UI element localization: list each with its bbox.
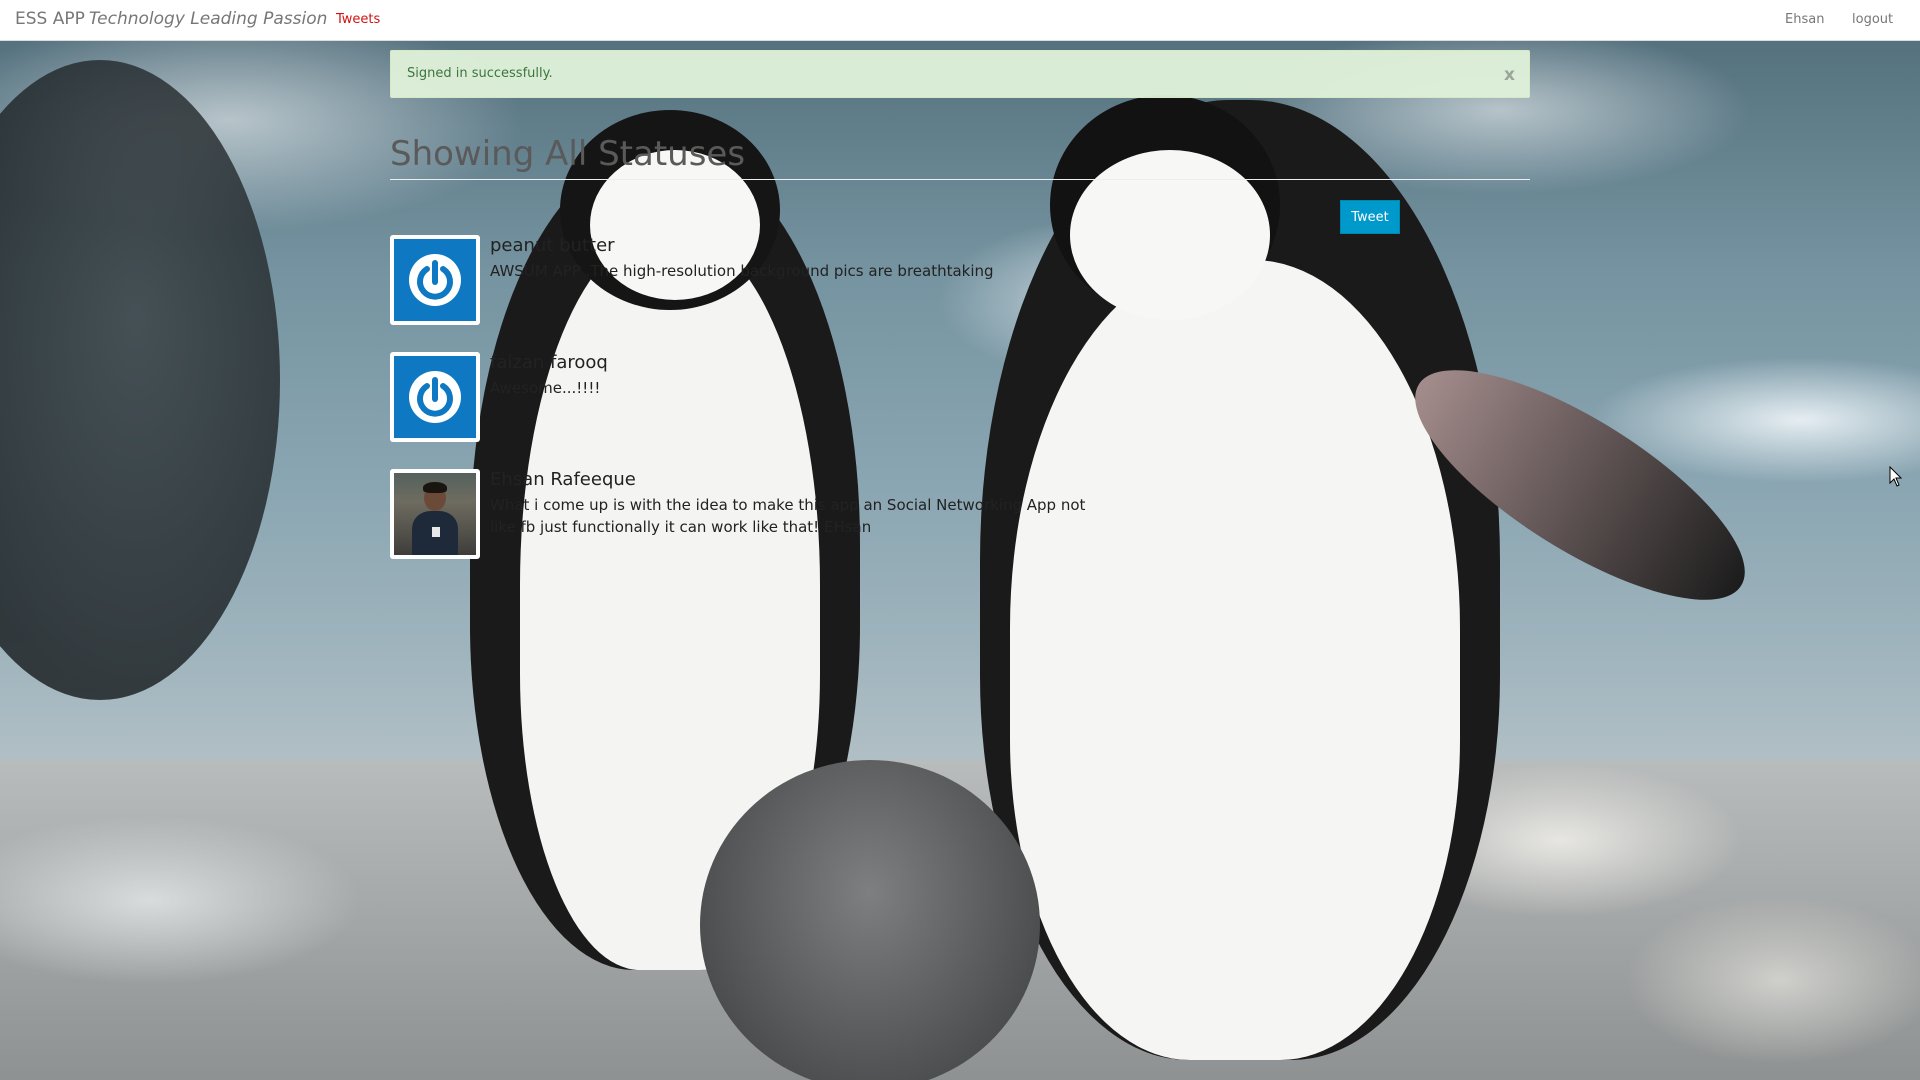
mouse-cursor-icon <box>1889 465 1903 492</box>
main-container: Signed in successfully. x Showing All St… <box>390 50 1530 559</box>
status-item: peanut butter AWSUM APP .The high-resolu… <box>390 235 1530 352</box>
tweet-button[interactable]: Tweet <box>1340 200 1400 234</box>
background-rock <box>0 60 280 700</box>
status-text: AWSUM APP .The high-resolution backgroun… <box>490 262 994 280</box>
avatar[interactable] <box>390 469 480 559</box>
status-list: peanut butter AWSUM APP .The high-resolu… <box>390 235 1530 586</box>
status-text: Awesome...!!!! <box>490 379 601 397</box>
brand[interactable]: ESS APP Technology Leading Passion <box>15 9 327 29</box>
photo-badge <box>432 527 440 537</box>
status-author[interactable]: Ehsan Rafeeque <box>490 469 636 491</box>
status-author[interactable]: faizan farooq <box>490 352 608 374</box>
status-text: What i come up is with the idea to make … <box>490 496 1086 536</box>
power-icon <box>394 239 476 321</box>
nav-logout-link[interactable]: logout <box>1852 12 1893 27</box>
page-title: Showing All Statuses <box>390 134 746 174</box>
status-author[interactable]: peanut butter <box>490 235 615 257</box>
top-navbar: ESS APP Technology Leading Passion Tweets… <box>0 0 1920 41</box>
close-icon[interactable]: x <box>1504 65 1515 85</box>
nav-tweets-link[interactable]: Tweets <box>336 12 380 27</box>
power-icon <box>394 356 476 438</box>
penguin-chick <box>700 760 1040 1080</box>
user-photo <box>394 473 476 555</box>
brand-name: ESS APP <box>15 9 85 29</box>
title-divider <box>390 179 1530 180</box>
status-item: Ehsan Rafeeque What i come up is with th… <box>390 469 1530 586</box>
avatar[interactable] <box>390 235 480 325</box>
success-alert: Signed in successfully. x <box>390 50 1530 98</box>
avatar[interactable] <box>390 352 480 442</box>
status-item: faizan farooq Awesome...!!!! <box>390 352 1530 469</box>
nav-user-link[interactable]: Ehsan <box>1785 12 1824 27</box>
alert-message: Signed in successfully. <box>407 66 553 81</box>
photo-hair <box>423 482 447 493</box>
brand-tagline: Technology Leading Passion <box>88 9 328 29</box>
